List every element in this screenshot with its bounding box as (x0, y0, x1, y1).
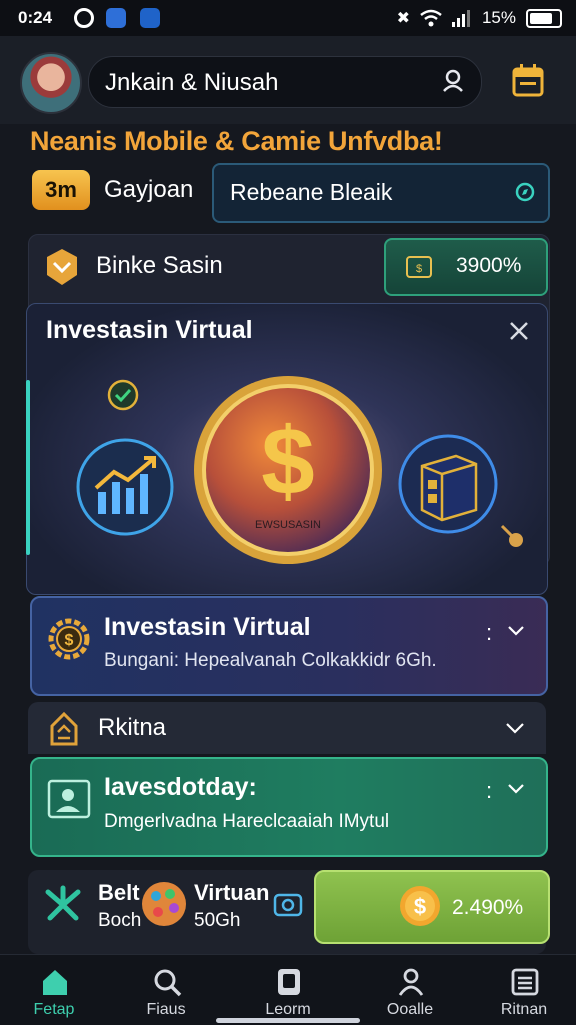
accordion-label: Rkitna (98, 714, 167, 741)
filter-field-value: Rebeane Bleaik (230, 179, 393, 205)
svg-text:$: $ (414, 894, 426, 919)
virtuan-sub: 50Gh (194, 910, 241, 931)
close-icon[interactable] (506, 318, 532, 344)
daily-subtitle: Dmgerlvadna Hareclcaaiah IMytul (104, 811, 390, 832)
shield-icon (47, 249, 77, 285)
chevron-down-icon[interactable] (504, 718, 526, 738)
percent-button[interactable]: $ 3900% (384, 238, 548, 296)
coin-icon: $ (400, 886, 440, 926)
nav-label: Ritnan (500, 1001, 548, 1018)
promo-banner: Neanis Mobile & Camie Unfvdba! (30, 126, 443, 156)
user-icon[interactable] (441, 67, 467, 93)
nav-item-profile[interactable]: Ooalle (362, 955, 458, 1025)
nav-label: Fetap (33, 1001, 75, 1018)
svg-text:$: $ (261, 408, 314, 515)
profile-card-icon (47, 779, 91, 819)
signal-icon (451, 10, 470, 27)
compass-icon[interactable] (514, 181, 536, 203)
return-button[interactable]: $ 2.490% (314, 870, 550, 944)
app-icon-2 (140, 8, 160, 28)
ticket-icon: $ (406, 256, 432, 278)
daily-title: Iavesdotday: (104, 773, 257, 801)
return-value: 2.490% (452, 896, 524, 919)
belt-title: Belt (98, 880, 140, 905)
time-badge[interactable]: 3m (32, 170, 90, 210)
search-value: Jnkain & Niusah (105, 69, 279, 96)
nav-label: Leorm (265, 1001, 311, 1018)
invest-title: Investasin Virtual (46, 316, 253, 344)
dollar-coin-icon: $ EWSUSASIN (194, 376, 382, 564)
nav-label: Ooalle (386, 1001, 434, 1018)
nav-label: Fiaus (146, 1001, 186, 1018)
house-icon (50, 711, 78, 746)
home-indicator[interactable] (216, 1018, 360, 1023)
growth-chart-icon (76, 438, 174, 536)
percent-value: 3900% (456, 254, 522, 277)
spark-icon (500, 524, 523, 547)
status-time: 0:24 (18, 8, 53, 27)
investment-card[interactable] (30, 596, 548, 696)
more-icon[interactable]: : (486, 778, 492, 804)
belt-sub: Boch (98, 910, 142, 931)
chevron-down-icon[interactable] (506, 620, 526, 640)
chevron-down-icon[interactable] (506, 778, 526, 798)
coin-label: EWSUSASIN (255, 519, 321, 531)
battery-text: 15% (481, 8, 516, 27)
vault-box-icon (398, 434, 498, 534)
list-icon (511, 968, 539, 996)
notification-icon (74, 8, 94, 28)
check-icon (107, 379, 139, 411)
search-bar[interactable]: Jnkain & Niusah (88, 56, 482, 108)
nav-item-search[interactable]: Fiaus (118, 955, 214, 1025)
daily-card[interactable] (30, 757, 548, 857)
camera-icon[interactable] (272, 888, 304, 920)
status-bar: 0:24 ✖ 15% (0, 0, 576, 36)
home-icon (43, 970, 67, 995)
nav-item-list[interactable]: Ritnan (476, 955, 572, 1025)
search-icon (154, 969, 182, 997)
svg-text:$: $ (65, 632, 74, 649)
filter-field[interactable]: Rebeane Bleaik (212, 163, 550, 223)
section-label: Binke Sasin (96, 252, 223, 279)
app-icon (106, 8, 126, 28)
card-subtitle: Bungani: Hepealvanah Colkakkidr 6Gh. (104, 650, 437, 671)
wifi-icon (420, 9, 442, 27)
palette-icon (142, 882, 186, 926)
nav-item-home[interactable]: Fetap (6, 955, 102, 1025)
svg-text:$: $ (416, 263, 422, 275)
bottom-nav: Fetap Fiaus Leorm Ooalle Ritnan (0, 954, 576, 1025)
accent-bar (26, 380, 30, 555)
avatar[interactable] (20, 52, 82, 114)
filter-label[interactable]: Gayjoan (104, 176, 193, 204)
person-icon (398, 968, 424, 996)
calendar-icon[interactable] (508, 60, 548, 100)
leaf-icon (45, 885, 81, 921)
mute-icon: ✖ (396, 10, 410, 27)
card-title: Investasin Virtual (104, 613, 311, 641)
gear-dollar-icon: $ (48, 618, 90, 660)
book-icon (278, 969, 300, 995)
battery-icon (526, 8, 562, 28)
nav-item-learn[interactable]: Leorm (240, 955, 336, 1025)
more-icon[interactable]: : (486, 620, 492, 646)
virtuan-title: Virtuan (194, 880, 270, 905)
